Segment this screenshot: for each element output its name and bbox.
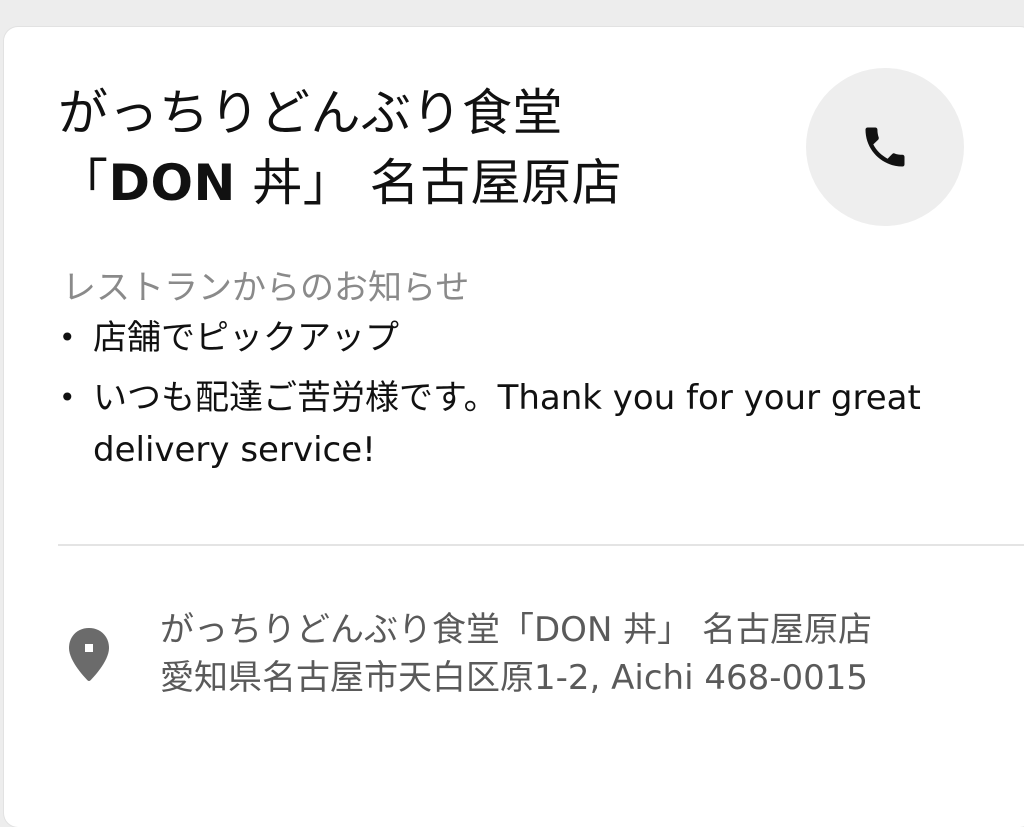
notice-heading: レストランからのお知らせ	[62, 268, 470, 308]
location-name: がっちりどんぶり食堂「DON 丼」 名古屋原店	[160, 610, 872, 650]
bullet: •	[59, 321, 76, 354]
call-button[interactable]	[806, 68, 964, 226]
location-block[interactable]: がっちりどんぶり食堂「DON 丼」 名古屋原店 愛知県名古屋市天白区原1-2, …	[160, 606, 920, 702]
restaurant-name: がっちりどんぶり食堂 「DON 丼」 名古屋原店	[58, 78, 778, 218]
restaurant-name-line1: がっちりどんぶり食堂	[58, 84, 563, 142]
location-address: 愛知県名古屋市天白区原1-2, Aichi 468-0015	[160, 658, 869, 698]
restaurant-name-don: DON	[108, 154, 236, 212]
location-pin-icon	[69, 628, 109, 681]
notice-item-thanks: • いつも配達ご苦労様です。Thank you for your great d…	[55, 372, 935, 476]
restaurant-name-bracket: 「	[58, 154, 109, 212]
notice-item-pickup: • 店舗でピックアップ	[55, 312, 935, 364]
divider	[58, 544, 1024, 546]
notice-item-text: 店舗でピックアップ	[93, 318, 399, 358]
bullet: •	[59, 381, 76, 414]
notice-item-text: いつも配達ご苦労様です。Thank you for your great del…	[93, 378, 921, 470]
phone-icon	[865, 127, 905, 167]
notice-list: • 店舗でピックアップ • いつも配達ご苦労様です。Thank you for …	[55, 312, 935, 484]
restaurant-name-line2: 丼」 名古屋原店	[235, 154, 623, 212]
